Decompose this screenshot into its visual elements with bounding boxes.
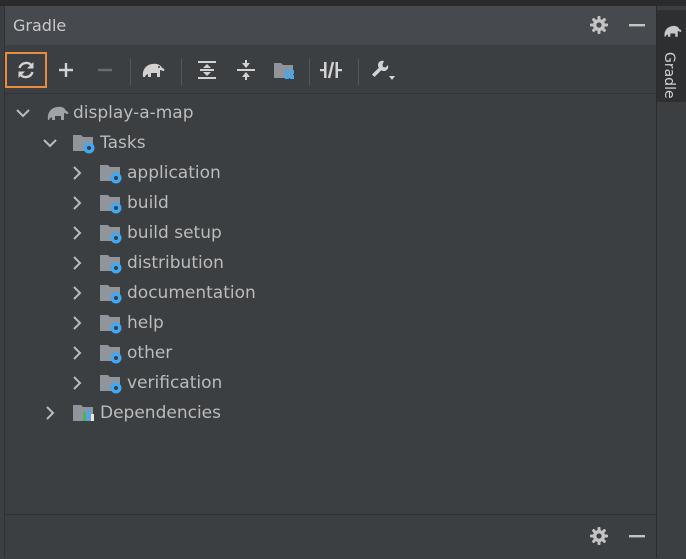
toolbar-separator: [358, 59, 359, 85]
toolbar-separator: [181, 59, 182, 85]
chevron-down-icon[interactable]: [42, 135, 58, 151]
chevron-right-icon[interactable]: [69, 375, 85, 391]
tree-node-dependencies[interactable]: Dependencies: [42, 398, 221, 428]
tree-node-task-group[interactable]: documentation: [69, 278, 256, 308]
right-tool-strip: Gradle: [656, 6, 686, 558]
task-group-label: build setup: [127, 223, 222, 243]
chevron-right-icon[interactable]: [69, 285, 85, 301]
folder-gear-icon: [100, 255, 122, 274]
expand-all-button[interactable]: [192, 55, 222, 85]
gradle-settings-button[interactable]: [368, 55, 398, 85]
gradle-elephant-icon: [47, 106, 69, 120]
task-group-label: verification: [127, 373, 223, 393]
chevron-down-icon[interactable]: [15, 105, 31, 121]
chevron-right-icon[interactable]: [69, 195, 85, 211]
expand-all-icon: [198, 61, 216, 79]
tasks-label: Tasks: [100, 133, 146, 153]
collapse-all-icon: [237, 60, 255, 80]
chevron-right-icon[interactable]: [69, 345, 85, 361]
gradle-elephant-icon: [664, 25, 682, 37]
gradle-tool-window: Gradle display-a-map Tasks application b…: [4, 6, 656, 559]
wrench-icon: [372, 60, 395, 80]
folder-gear-icon: [100, 195, 122, 214]
tree-node-task-group[interactable]: help: [69, 308, 164, 338]
chevron-right-icon[interactable]: [69, 225, 85, 241]
chevron-right-icon[interactable]: [42, 405, 58, 421]
task-group-label: build: [127, 193, 169, 213]
tree-node-task-group[interactable]: other: [69, 338, 172, 368]
tree-node-project[interactable]: display-a-map: [15, 98, 194, 128]
tree-node-task-group[interactable]: build: [69, 188, 169, 218]
chevron-right-icon[interactable]: [69, 315, 85, 331]
folder-gear-icon: [73, 135, 95, 154]
settings-gear-icon[interactable]: [588, 14, 610, 36]
dependencies-label: Dependencies: [100, 403, 221, 423]
collapse-all-button[interactable]: [231, 55, 261, 85]
folder-gear-icon: [100, 375, 122, 394]
settings-gear-icon[interactable]: [588, 525, 610, 547]
toggle-offline-icon: [320, 61, 342, 79]
project-name: display-a-map: [73, 103, 194, 123]
plus-icon: [59, 63, 73, 77]
add-button[interactable]: [51, 55, 81, 85]
minimize-icon[interactable]: [626, 14, 648, 36]
bottom-bar: [5, 514, 656, 559]
gradle-elephant-icon: [142, 63, 165, 77]
task-group-label: other: [127, 343, 173, 363]
side-tab-label: Gradle: [661, 52, 677, 99]
task-group-label: help: [127, 313, 164, 333]
toggle-offline-button[interactable]: [316, 55, 346, 85]
panel-header: Gradle: [5, 6, 656, 45]
tree-node-tasks[interactable]: Tasks: [42, 128, 146, 158]
tree-node-task-group[interactable]: verification: [69, 368, 222, 398]
group-modules-button[interactable]: [270, 55, 300, 85]
task-group-label: documentation: [127, 283, 256, 303]
dependencies-icon: [73, 405, 94, 421]
tree-node-task-group[interactable]: distribution: [69, 248, 224, 278]
panel-title: Gradle: [13, 16, 67, 35]
folder-gear-icon: [100, 345, 122, 364]
folder-gear-icon: [100, 165, 122, 184]
execute-task-button[interactable]: [138, 55, 168, 85]
refresh-button[interactable]: [5, 52, 47, 88]
folder-gear-icon: [100, 315, 122, 334]
task-group-label: application: [127, 163, 221, 183]
tree-node-task-group[interactable]: build setup: [69, 218, 222, 248]
minimize-icon[interactable]: [626, 525, 648, 547]
toolbar-separator: [309, 59, 310, 85]
refresh-icon: [18, 61, 34, 79]
toolbar-separator: [130, 59, 131, 85]
minus-icon: [98, 68, 112, 72]
tree-node-task-group[interactable]: application: [69, 158, 221, 188]
gradle-side-tab[interactable]: Gradle: [657, 10, 686, 102]
chevron-right-icon[interactable]: [69, 255, 85, 271]
chevron-right-icon[interactable]: [69, 165, 85, 181]
gradle-toolbar: [5, 51, 656, 91]
toolbar-divider: [5, 93, 656, 94]
module-grid-icon: [274, 63, 294, 79]
folder-gear-icon: [100, 285, 122, 304]
folder-gear-icon: [100, 225, 122, 244]
remove-button[interactable]: [90, 55, 120, 85]
task-group-label: distribution: [127, 253, 224, 273]
